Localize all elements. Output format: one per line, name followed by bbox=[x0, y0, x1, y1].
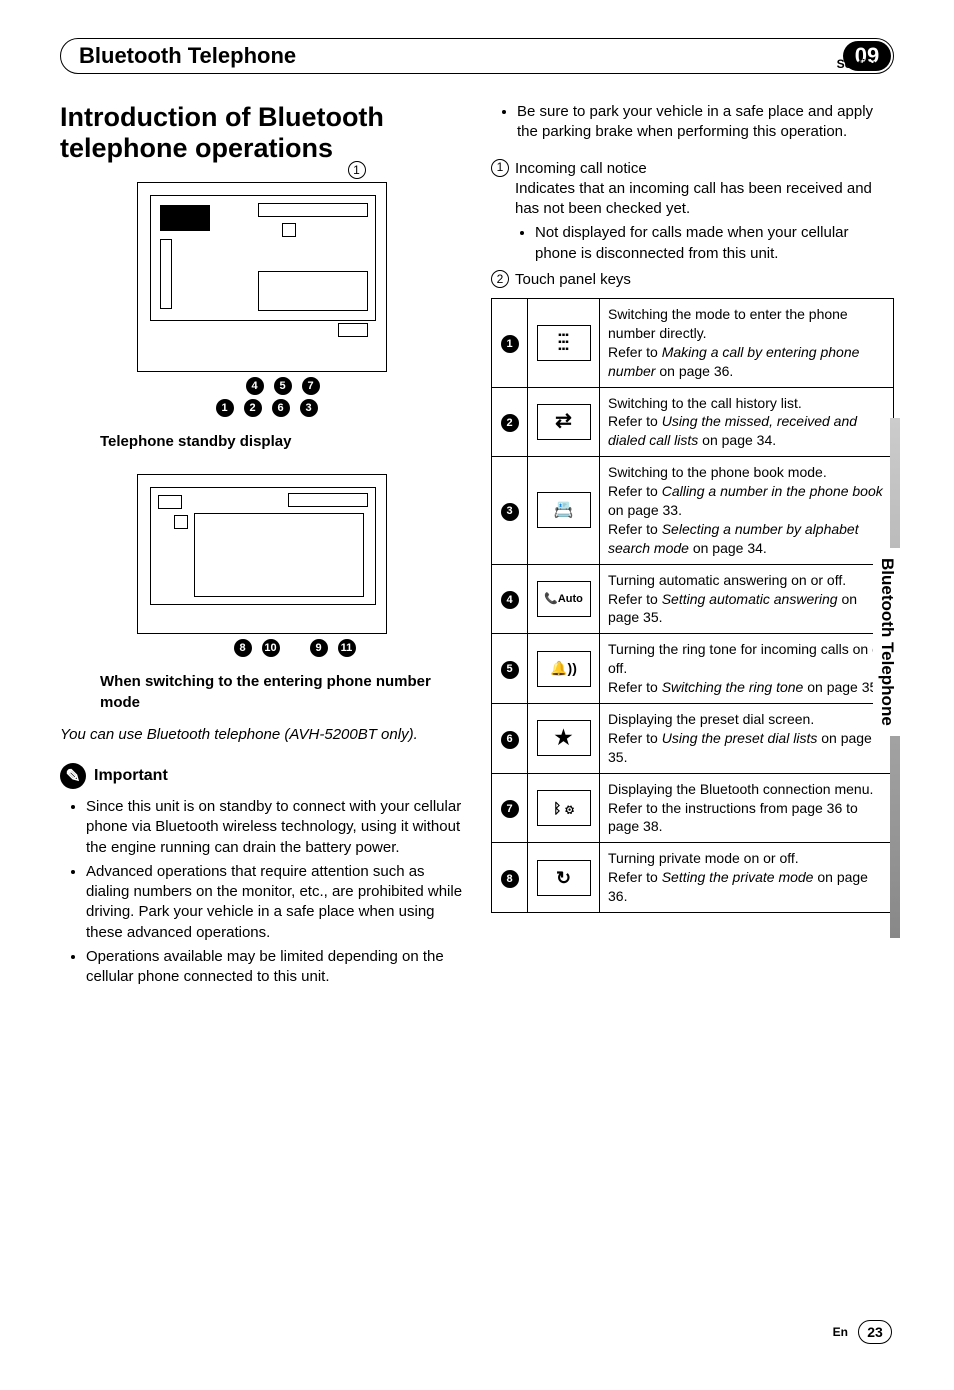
important-list: Since this unit is on standby to connect… bbox=[60, 797, 463, 987]
item1-sublist: Not displayed for calls made when your c… bbox=[491, 223, 894, 264]
table-row: 5 🔔))Turning the ring tone for incoming c… bbox=[492, 634, 894, 704]
circled-1-icon: 1 bbox=[491, 159, 509, 177]
numbered-item-1: 1 Incoming call notice Indicates that an… bbox=[491, 159, 894, 220]
callout-2: 2 bbox=[244, 399, 262, 417]
row-description: Turning the ring tone for incoming calls… bbox=[600, 634, 894, 704]
section-label: Section bbox=[837, 56, 880, 72]
item1-body: Indicates that an incoming call has been… bbox=[515, 180, 872, 217]
important-item: Operations available may be limited depe… bbox=[86, 947, 463, 988]
callout-3: 3 bbox=[300, 399, 318, 417]
page-title: Introduction of Bluetooth telephone oper… bbox=[60, 102, 463, 164]
callout-1b: 1 bbox=[216, 399, 234, 417]
numbered-item-2: 2 Touch panel keys bbox=[491, 270, 894, 290]
model-note: You can use Bluetooth telephone (AVH-520… bbox=[60, 725, 463, 745]
footer-page-number: 23 bbox=[858, 1320, 892, 1344]
phone-number-mode-figure: 8 10 9 11 bbox=[137, 474, 387, 634]
table-row: 3 📇Switching to the phone book mode.Refer… bbox=[492, 457, 894, 564]
page-header: Bluetooth Telephone 09 bbox=[60, 38, 894, 74]
callout-1: 1 bbox=[348, 161, 366, 179]
row-number-badge: 6 bbox=[501, 731, 519, 749]
table-row: 1 ▪▪▪▪▪▪▪▪▪Switching the mode to enter th… bbox=[492, 299, 894, 388]
row-number-badge: 4 bbox=[501, 591, 519, 609]
row-description: Displaying the Bluetooth connection menu… bbox=[600, 773, 894, 843]
callout-10: 10 bbox=[262, 639, 280, 657]
important-label: Important bbox=[94, 765, 168, 787]
item2-title: Touch panel keys bbox=[515, 270, 631, 290]
callout-11: 11 bbox=[338, 639, 356, 657]
important-icon: ✎ bbox=[60, 763, 86, 789]
important-item: Advanced operations that require attenti… bbox=[86, 862, 463, 943]
row-number-badge: 7 bbox=[501, 800, 519, 818]
keypad-icon: ▪▪▪▪▪▪▪▪▪ bbox=[537, 325, 591, 361]
table-row: 2 ⇄Switching to the call history list.Ref… bbox=[492, 387, 894, 457]
row-number-badge: 3 bbox=[501, 503, 519, 521]
row-number-badge: 1 bbox=[501, 335, 519, 353]
row-number-badge: 5 bbox=[501, 661, 519, 679]
item1-title: Incoming call notice bbox=[515, 160, 647, 177]
callout-6: 6 bbox=[272, 399, 290, 417]
row-description: Switching to the phone book mode.Refer t… bbox=[600, 457, 894, 564]
item1-sub: Not displayed for calls made when your c… bbox=[535, 223, 894, 264]
callout-8: 8 bbox=[234, 639, 252, 657]
row-description: Turning private mode on or off.Refer to … bbox=[600, 843, 894, 913]
callout-5: 5 bbox=[274, 377, 292, 395]
row-number-badge: 2 bbox=[501, 414, 519, 432]
table-row: 6 ★Displaying the preset dial screen.Refe… bbox=[492, 704, 894, 774]
row-description: Switching to the call history list.Refer… bbox=[600, 387, 894, 457]
page-footer: En 23 bbox=[833, 1320, 892, 1344]
important-item: Since this unit is on standby to connect… bbox=[86, 797, 463, 858]
phonebook-icon: 📇 bbox=[537, 492, 591, 528]
figure-caption-1: Telephone standby display bbox=[100, 432, 463, 452]
callout-4: 4 bbox=[246, 377, 264, 395]
row-description: Turning automatic answering on or off.Re… bbox=[600, 564, 894, 634]
row-description: Switching the mode to enter the phone nu… bbox=[600, 299, 894, 388]
table-row: 8 ↻Turning private mode on or off.Refer t… bbox=[492, 843, 894, 913]
callout-9: 9 bbox=[310, 639, 328, 657]
star-icon: ★ bbox=[537, 720, 591, 756]
figure-caption-2: When switching to the entering phone num… bbox=[100, 672, 463, 713]
table-row: 7 ᛒ ⚙Displaying the Bluetooth connection … bbox=[492, 773, 894, 843]
telephone-standby-figure: 1 4 5 7 1 2 6 3 bbox=[137, 182, 387, 372]
touch-panel-table: 1 ▪▪▪▪▪▪▪▪▪Switching the mode to enter th… bbox=[491, 298, 894, 913]
bt-menu-icon: ᛒ ⚙ bbox=[537, 790, 591, 826]
ringer-icon: 🔔)) bbox=[537, 651, 591, 687]
top-bullet: Be sure to park your vehicle in a safe p… bbox=[517, 102, 894, 143]
header-title: Bluetooth Telephone bbox=[79, 41, 843, 71]
footer-lang: En bbox=[833, 1324, 848, 1340]
private-icon: ↻ bbox=[537, 860, 591, 896]
row-description: Displaying the preset dial screen.Refer … bbox=[600, 704, 894, 774]
table-row: 4 📞AutoTurning automatic answering on or … bbox=[492, 564, 894, 634]
circled-2-icon: 2 bbox=[491, 270, 509, 288]
auto-icon: 📞Auto bbox=[537, 581, 591, 617]
history-icon: ⇄ bbox=[537, 404, 591, 440]
top-bullet-list: Be sure to park your vehicle in a safe p… bbox=[491, 102, 894, 143]
side-tab-label: Bluetooth Telephone bbox=[873, 548, 900, 736]
row-number-badge: 8 bbox=[501, 870, 519, 888]
callout-7: 7 bbox=[302, 377, 320, 395]
